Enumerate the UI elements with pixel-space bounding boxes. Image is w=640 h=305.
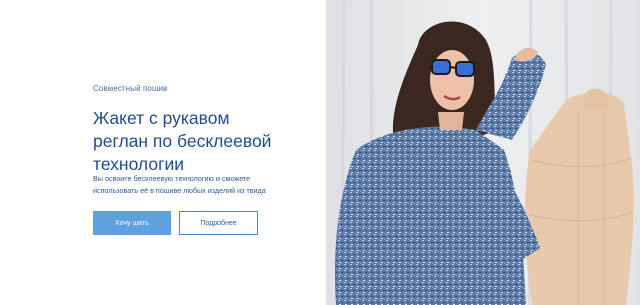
hero-title-line: Жакет с рукавом — [93, 108, 230, 128]
hero-description-line: использовать её в пошиве любых изделий и… — [93, 186, 266, 195]
hero-title-line: реглан по бесклеевой — [93, 131, 272, 151]
hero-description: Вы освоите бесклеевую технологию и сможе… — [93, 173, 318, 197]
hero-title: Жакет с рукавом реглан по бесклеевой тех… — [93, 107, 318, 176]
hero-photo-illustration — [326, 0, 640, 305]
hero-text-panel: Совместный пошив Жакет с рукавом реглан … — [0, 0, 326, 305]
want-to-sew-button[interactable]: Хочу шить — [93, 211, 171, 235]
more-details-button[interactable]: Подробнее — [179, 211, 258, 235]
eyebrow-label: Совместный пошив — [93, 84, 168, 93]
hero-photo — [326, 0, 640, 305]
hero-title-line: технологии — [93, 154, 185, 174]
hero-description-line: Вы освоите бесклеевую технологию и сможе… — [93, 174, 251, 183]
hero-section: Совместный пошив Жакет с рукавом реглан … — [0, 0, 640, 305]
